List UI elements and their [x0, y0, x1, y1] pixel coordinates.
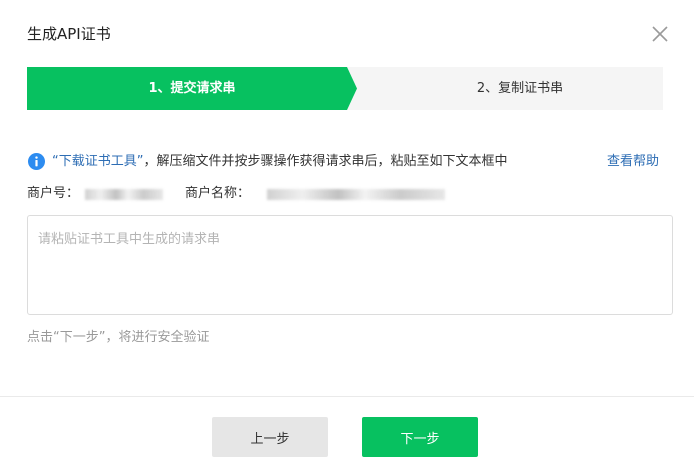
certificate-dialog: 生成API证书 1、提交请求串 2、复制证书串 “下载证书工具”，解压缩文件并按…: [0, 0, 694, 469]
info-icon: [28, 153, 45, 170]
merchant-name-label: 商户名称：: [185, 186, 251, 201]
download-tool-link[interactable]: “下载证书工具”: [52, 154, 143, 169]
instruction-notice: “下载证书工具”，解压缩文件并按步骤操作获得请求串后，粘贴至如下文本框中 查看帮…: [28, 152, 668, 172]
merchant-id-redacted: [85, 189, 163, 200]
step-2-label: 2、复制证书串: [476, 81, 564, 96]
merchant-name-redacted: [267, 189, 445, 200]
help-link[interactable]: 查看帮助: [607, 152, 659, 172]
dialog-title: 生成API证书: [27, 25, 111, 43]
step-indicator: 1、提交请求串 2、复制证书串: [27, 67, 663, 110]
merchant-info: 商户号： 商户名称：: [27, 184, 667, 204]
notice-body: ，解压缩文件并按步骤操作获得请求串后，粘贴至如下文本框中: [143, 154, 508, 169]
request-string-input[interactable]: [27, 215, 673, 315]
notice-text: “下载证书工具”，解压缩文件并按步骤操作获得请求串后，粘贴至如下文本框中: [52, 152, 508, 172]
security-hint: 点击“下一步”，将进行安全验证: [27, 330, 210, 345]
merchant-id-label: 商户号：: [27, 186, 80, 201]
close-icon[interactable]: [648, 22, 672, 46]
step-1-label: 1、提交请求串: [148, 81, 236, 96]
footer-divider: [0, 396, 694, 397]
previous-button[interactable]: 上一步: [212, 417, 328, 457]
next-button[interactable]: 下一步: [362, 417, 478, 457]
